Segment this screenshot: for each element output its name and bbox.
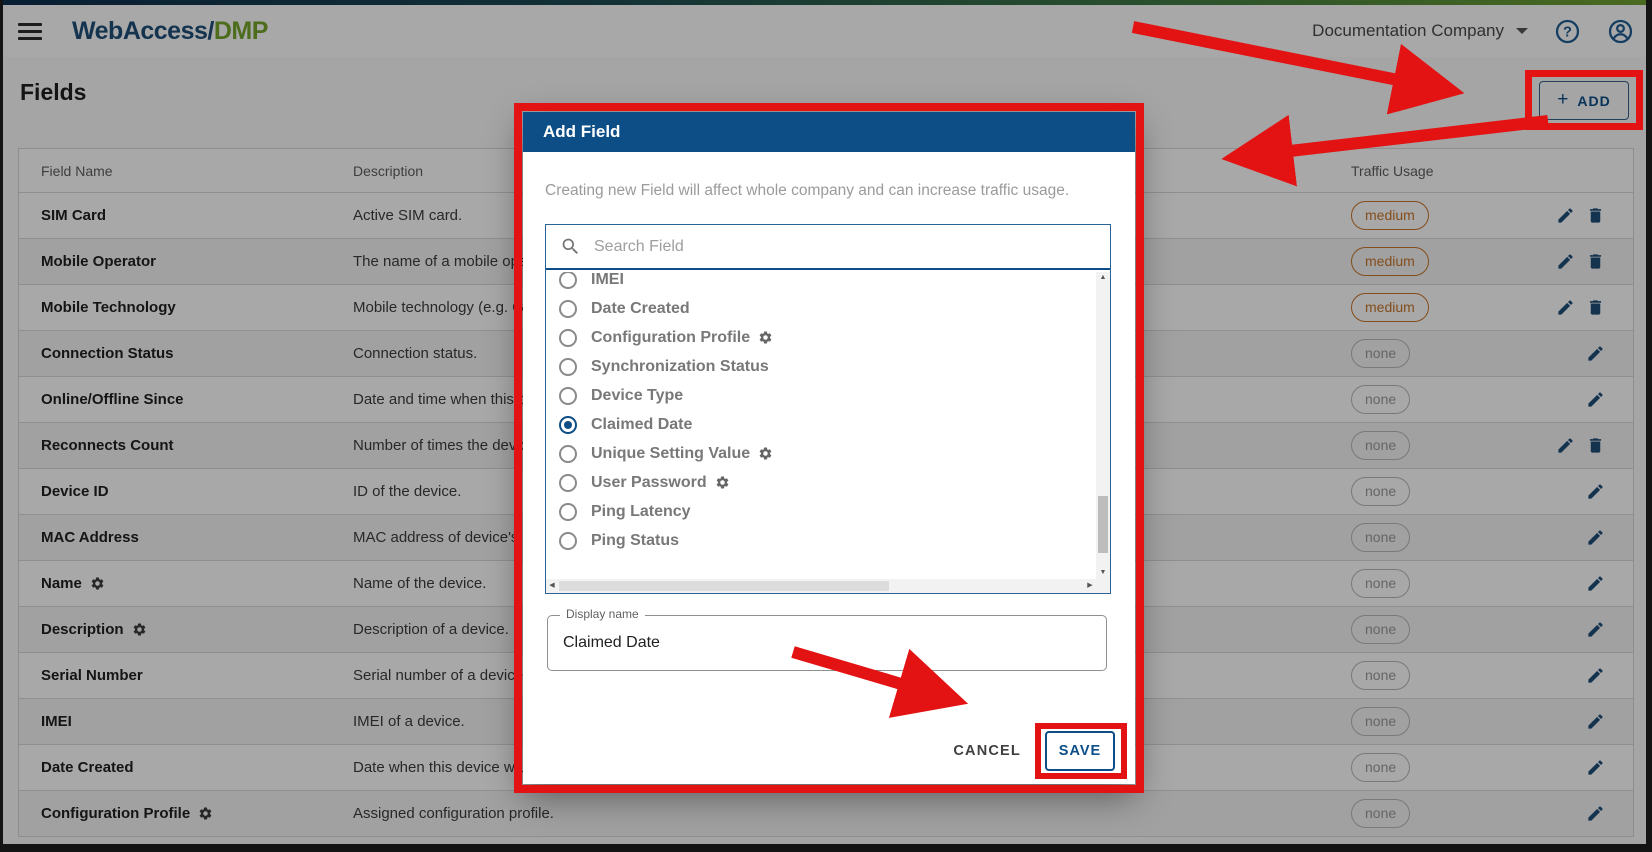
field-option-configuration-profile[interactable]: Configuration Profile: [559, 323, 1096, 352]
field-option-user-password[interactable]: User Password: [559, 468, 1096, 497]
window-frame-left: [0, 0, 3, 852]
option-label: IMEI: [591, 272, 624, 289]
field-options-list: IMEI Date Created Configuration Profile Syn…: [546, 272, 1096, 579]
field-option-date-created[interactable]: Date Created: [559, 294, 1096, 323]
dialog-actions: CANCEL SAVE: [953, 731, 1115, 771]
field-option-device-type[interactable]: Device Type: [559, 381, 1096, 410]
option-label: Device Type: [591, 387, 683, 405]
display-name-label: Display name: [560, 607, 645, 621]
option-label: Synchronization Status: [591, 358, 769, 376]
option-label: User Password: [591, 474, 730, 492]
horizontal-scroll-thumb[interactable]: [559, 581, 889, 591]
window-frame-bottom: [0, 844, 1652, 852]
scroll-up-arrow[interactable]: ▲: [1096, 272, 1110, 284]
add-field-dialog: Add Field Creating new Field will affect…: [523, 112, 1135, 784]
radio-button[interactable]: [559, 503, 577, 521]
radio-button[interactable]: [559, 300, 577, 318]
scroll-left-arrow[interactable]: ◀: [546, 579, 558, 593]
horizontal-scrollbar[interactable]: ◀ ▶: [546, 579, 1096, 593]
option-label: Ping Latency: [591, 503, 691, 521]
option-label: Claimed Date: [591, 416, 692, 434]
field-option-ping-status[interactable]: Ping Status: [559, 526, 1096, 555]
radio-button[interactable]: [559, 445, 577, 463]
window-frame-right: [1646, 0, 1652, 852]
scroll-down-arrow[interactable]: ▼: [1096, 567, 1110, 579]
display-name-field[interactable]: Display name: [547, 615, 1107, 671]
scroll-right-arrow[interactable]: ▶: [1084, 579, 1096, 593]
gear-icon: [758, 446, 773, 461]
radio-button[interactable]: [559, 329, 577, 347]
field-option-unique-setting-value[interactable]: Unique Setting Value: [559, 439, 1096, 468]
gear-icon: [715, 475, 730, 490]
search-field[interactable]: [546, 225, 1110, 270]
radio-button[interactable]: [559, 387, 577, 405]
radio-button[interactable]: [559, 416, 577, 434]
vertical-scroll-thumb[interactable]: [1098, 496, 1108, 553]
dialog-title: Add Field: [523, 112, 1135, 152]
radio-button[interactable]: [559, 272, 577, 289]
option-label: Ping Status: [591, 532, 679, 550]
gear-icon: [758, 330, 773, 345]
radio-button[interactable]: [559, 474, 577, 492]
option-label: Date Created: [591, 300, 690, 318]
dialog-info-text: Creating new Field will affect whole com…: [545, 182, 1069, 200]
field-option-ping-latency[interactable]: Ping Latency: [559, 497, 1096, 526]
save-button[interactable]: SAVE: [1045, 731, 1115, 771]
search-icon: [560, 236, 581, 257]
radio-button[interactable]: [559, 532, 577, 550]
vertical-scrollbar[interactable]: ▲ ▼: [1096, 272, 1110, 579]
field-picker: IMEI Date Created Configuration Profile Syn…: [545, 224, 1111, 594]
field-option-imei[interactable]: IMEI: [559, 272, 1096, 294]
option-label: Configuration Profile: [591, 329, 773, 347]
app-window: WebAccess/DMP Documentation Company ? Fi…: [0, 0, 1652, 852]
field-option-synchronization-status[interactable]: Synchronization Status: [559, 352, 1096, 381]
search-input[interactable]: [594, 238, 1096, 256]
field-option-claimed-date[interactable]: Claimed Date: [559, 410, 1096, 439]
display-name-input[interactable]: [548, 616, 1106, 670]
radio-button[interactable]: [559, 358, 577, 376]
option-label: Unique Setting Value: [591, 445, 773, 463]
cancel-button[interactable]: CANCEL: [953, 743, 1021, 759]
